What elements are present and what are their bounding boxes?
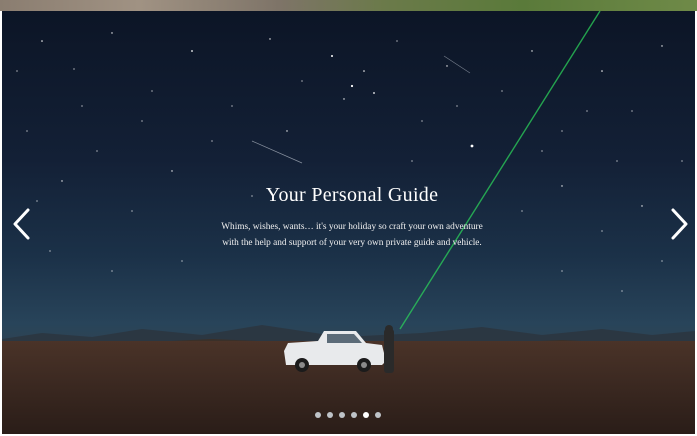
chevron-right-icon <box>671 208 688 240</box>
pagination-dot[interactable] <box>363 412 369 418</box>
pagination-dot[interactable] <box>327 412 333 418</box>
white-pickup-truck <box>284 325 394 373</box>
chevron-left-icon <box>13 208 30 240</box>
pagination-dot[interactable] <box>351 412 357 418</box>
slide-pagination <box>315 412 381 418</box>
previous-slide-peek <box>0 0 697 11</box>
slide-description: Whims, wishes, wants… it's your holiday … <box>221 222 483 248</box>
pagination-dot[interactable] <box>315 412 321 418</box>
hero-slide: Your Personal Guide Whims, wishes, wants… <box>2 11 695 434</box>
pagination-dot[interactable] <box>339 412 345 418</box>
previous-slide-button[interactable] <box>10 207 34 241</box>
pagination-dot[interactable] <box>375 412 381 418</box>
next-slide-button[interactable] <box>667 207 691 241</box>
slide-title: Your Personal Guide <box>265 184 439 206</box>
slide-caption: Your Personal Guide Whims, wishes, wants… <box>212 184 492 251</box>
